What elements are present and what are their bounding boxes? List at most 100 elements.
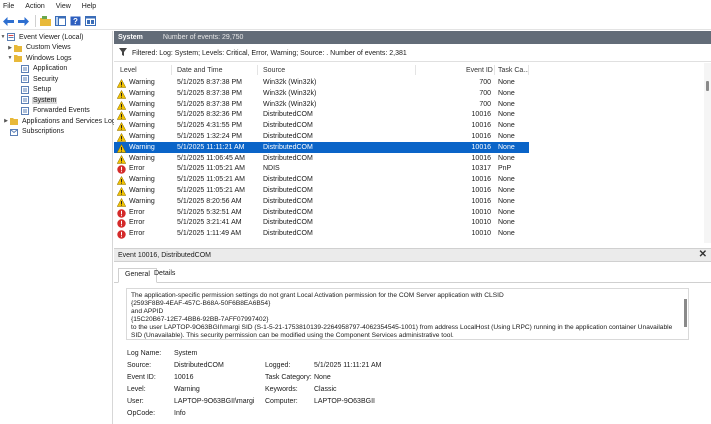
source-cell: Win32k (Win32k) [263, 89, 317, 97]
column-separator[interactable] [494, 65, 495, 75]
column-task-category[interactable]: Task Ca... [498, 67, 529, 74]
column-separator[interactable] [415, 65, 416, 75]
table-row[interactable]: Error 5/1/2025 3:21:41 AM DistributedCOM 10… [114, 217, 529, 229]
warning-icon [116, 143, 127, 153]
level-cell: Warning [129, 176, 155, 184]
level-cell: Warning [129, 111, 155, 119]
task-category-cell: None [498, 122, 515, 130]
table-row[interactable]: Warning 5/1/2025 8:37:38 PM Win32k (Win32k… [114, 88, 529, 99]
log-name-label: Log Name: [127, 350, 162, 357]
table-row[interactable]: Warning 5/1/2025 8:32:36 PM DistributedCOM… [114, 109, 529, 121]
source-cell: DistributedCOM [263, 208, 313, 216]
tree-item-label: Security [33, 75, 59, 83]
level-cell: Warning [129, 143, 155, 151]
event-description[interactable]: The application-specific permission sett… [126, 288, 689, 340]
log-icon [21, 106, 29, 115]
tree-item-setup[interactable]: Setup [21, 85, 52, 95]
expand-arrow-icon[interactable]: ▶ [7, 45, 13, 51]
subscriptions-icon [10, 128, 18, 136]
date-cell: 5/1/2025 8:37:38 PM [177, 89, 242, 97]
properties-icon[interactable] [84, 15, 97, 28]
date-cell: 5/1/2025 8:37:38 PM [177, 79, 242, 86]
column-date-time[interactable]: Date and Time [177, 67, 223, 74]
event-id-cell: 10016 [471, 122, 491, 130]
table-row[interactable]: Warning 5/1/2025 1:32:24 PM DistributedCOM… [114, 131, 529, 142]
menu-action[interactable]: Action [25, 3, 44, 10]
event-list-scrollbar[interactable] [704, 63, 711, 243]
log-icon [21, 96, 29, 104]
date-cell: 5/1/2025 11:11:21 AM [177, 143, 245, 151]
tree-item-system[interactable]: System [21, 95, 58, 105]
description-scrollbar[interactable] [684, 299, 687, 327]
event-count: Number of events: 29,750 [162, 34, 244, 41]
keywords-value: Classic [314, 386, 337, 393]
warning-icon [116, 89, 127, 99]
help-icon[interactable]: ? [69, 15, 82, 28]
date-cell: 5/1/2025 3:21:41 AM [177, 219, 242, 227]
table-row[interactable]: Warning 5/1/2025 8:37:38 PM Win32k (Win32k… [114, 77, 529, 88]
forward-arrow-icon[interactable] [17, 15, 30, 28]
tree-item-security[interactable]: Security [21, 74, 59, 84]
table-row[interactable]: Error 5/1/2025 5:32:51 AM DistributedCOM 10… [114, 207, 529, 218]
menu-file[interactable]: File [3, 3, 14, 10]
task-category-cell: None [498, 219, 515, 227]
tree-item-subscriptions[interactable]: Subscriptions [10, 127, 65, 137]
tree-item-forwarded-events[interactable]: Forwarded Events [21, 106, 91, 116]
expand-arrow-icon[interactable]: ▶ [3, 118, 9, 124]
table-row[interactable]: Warning 5/1/2025 11:06:45 AM DistributedCO… [114, 153, 529, 164]
level-cell: Warning [129, 197, 155, 205]
tree-item-event-viewer[interactable]: ▼ Event Viewer (Local) [0, 32, 84, 42]
collapse-arrow-icon[interactable]: ▼ [0, 34, 6, 40]
tree-item-applications-and-services-logs[interactable]: ▶ Applications and Services Logs [3, 116, 120, 126]
close-icon[interactable]: ✕ [699, 249, 707, 260]
task-category-cell: None [498, 143, 515, 151]
table-row[interactable]: Warning 5/1/2025 8:20:56 AM DistributedCOM… [114, 196, 529, 207]
table-row[interactable]: Error 5/1/2025 11:05:21 AM NDIS 10317 PnP [114, 163, 529, 175]
event-id-cell: 700 [479, 79, 491, 86]
column-separator[interactable] [257, 65, 258, 75]
tab-details[interactable]: Details [148, 268, 181, 283]
tree-item-application[interactable]: Application [21, 64, 68, 74]
date-cell: 5/1/2025 1:32:24 PM [177, 133, 242, 140]
event-id-value: 10016 [174, 374, 194, 381]
level-label: Level: [127, 386, 146, 393]
scrollbar-thumb[interactable] [706, 81, 709, 91]
table-row[interactable]: Error 5/1/2025 1:11:49 AM DistributedCOM 10… [114, 228, 529, 239]
date-cell: 5/1/2025 11:05:21 AM [177, 187, 245, 194]
tree-item-windows-logs[interactable]: ▼ Windows Logs [7, 53, 73, 63]
source-cell: DistributedCOM [263, 154, 313, 162]
date-cell: 5/1/2025 8:32:36 PM [177, 111, 242, 119]
event-list: Level Date and Time Source Event ID Task… [114, 63, 711, 243]
back-arrow-icon[interactable] [2, 15, 15, 28]
column-level[interactable]: Level [120, 67, 137, 74]
column-separator[interactable] [171, 65, 172, 75]
menu-view[interactable]: View [56, 3, 71, 10]
folder-icon[interactable] [39, 15, 52, 28]
menu-help[interactable]: Help [82, 3, 96, 10]
filter-bar: Filtered: Log: System; Levels: Critical,… [114, 45, 711, 62]
table-row[interactable]: Warning 5/1/2025 11:05:21 AM DistributedCO… [114, 174, 529, 185]
warning-icon [116, 186, 127, 196]
tree-item-custom-views[interactable]: ▶ Custom Views [7, 43, 72, 53]
error-icon [117, 208, 126, 218]
event-viewer-icon [7, 33, 15, 41]
computer-value: LAPTOP-9O63BGII [314, 398, 375, 405]
date-cell: 5/1/2025 1:11:49 AM [177, 230, 242, 238]
table-row[interactable]: Warning 5/1/2025 11:11:21 AM DistributedCO… [114, 141, 529, 153]
table-row[interactable]: Warning 5/1/2025 11:05:21 AM DistributedCO… [114, 185, 529, 196]
collapse-arrow-icon[interactable]: ▼ [7, 55, 13, 61]
table-row[interactable]: Warning 5/1/2025 4:31:55 PM DistributedCOM… [114, 120, 529, 131]
table-row[interactable]: Warning 5/1/2025 8:37:38 PM Win32k (Win32k… [114, 99, 529, 110]
task-category-label: Task Category: [265, 374, 312, 381]
task-category-cell: None [498, 208, 515, 216]
date-cell: 5/1/2025 5:32:51 AM [177, 208, 242, 216]
column-event-id[interactable]: Event ID [466, 67, 493, 74]
event-detail-title: Event 10016, DistributedCOM [118, 251, 211, 259]
source-cell: Win32k (Win32k) [263, 100, 317, 108]
event-id-cell: 10010 [471, 208, 491, 216]
column-source[interactable]: Source [263, 67, 285, 74]
tree-item-label: System [32, 96, 58, 104]
console-tree-icon[interactable] [54, 15, 67, 28]
column-separator[interactable] [528, 65, 529, 75]
toolbar-separator [35, 15, 36, 27]
